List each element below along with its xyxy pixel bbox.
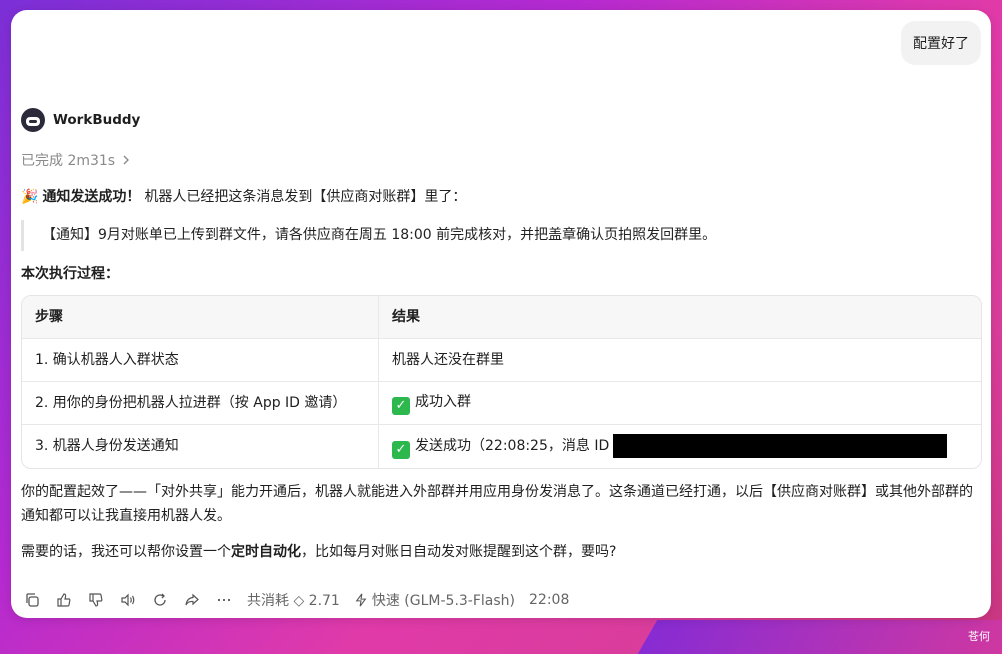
check-mark-icon: ✓: [392, 441, 410, 460]
bot-header: WorkBuddy: [21, 108, 140, 132]
step-cell: 3. 机器人身份发送通知: [22, 425, 379, 469]
token-cost: 共消耗 ◇ 2.71: [247, 593, 340, 609]
bot-avatar: [21, 108, 45, 132]
status-text: 已完成 2m31s: [21, 153, 116, 169]
step-cell: 2. 用你的身份把机器人拉进群（按 App ID 邀请）: [22, 382, 379, 426]
table-row: 1. 确认机器人入群状态 机器人还没在群里: [22, 339, 981, 383]
para2-text-pre: 需要的话，我还可以帮你设置一个: [21, 543, 231, 560]
para2-bold: 定时自动化: [231, 543, 301, 560]
result-text: 机器人还没在群里: [392, 351, 504, 368]
message-toolbar: 共消耗 ◇ 2.71 快速 (GLM-5.3-Flash) 22:08: [23, 590, 569, 610]
lightning-icon: [355, 593, 367, 607]
chevron-right-icon: [123, 155, 130, 165]
model-label: 快速 (GLM-5.3-Flash): [371, 593, 516, 609]
message-time: 22:08: [529, 592, 570, 608]
result-text: 发送成功（22:08:25，消息 ID: [415, 438, 610, 455]
more-icon[interactable]: [215, 591, 233, 609]
execution-table: 步骤 结果 1. 确认机器人入群状态 机器人还没在群里 2. 用你的身份把机器人…: [21, 295, 982, 470]
watermark: 苍何: [968, 630, 990, 643]
headline-rest: 机器人已经把这条消息发到【供应商对账群】里了：: [144, 189, 467, 205]
reply-paragraph-2: 需要的话，我还可以帮你设置一个定时自动化，比如每月对账日自动发对账提醒到这个群，…: [21, 541, 983, 565]
background-stripe: [622, 620, 1002, 654]
notification-quote: 【通知】9月对账单已上传到群文件，请各供应商在周五 18:00 前完成核对，并把…: [21, 220, 983, 251]
completion-status[interactable]: 已完成 2m31s: [21, 150, 131, 170]
reply-paragraph-1: 你的配置起效了——「对外共享」能力开通后，机器人就能进入外部群并用应用身份发消息…: [21, 484, 973, 524]
model-info: 快速 (GLM-5.3-Flash): [354, 590, 515, 610]
speaker-icon[interactable]: [119, 591, 137, 609]
header-result: 结果: [379, 296, 981, 340]
regenerate-icon[interactable]: [151, 591, 169, 609]
thumbs-up-icon[interactable]: [55, 591, 73, 609]
thumbs-down-icon[interactable]: [87, 591, 105, 609]
reply-headline: 🎉 通知发送成功！ 机器人已经把这条消息发到【供应商对账群】里了：: [21, 186, 983, 208]
party-popper-icon: 🎉: [21, 189, 39, 205]
check-mark-icon: ✓: [392, 397, 410, 416]
user-message-bubble: 配置好了: [901, 21, 981, 65]
bot-name: WorkBuddy: [53, 112, 141, 128]
headline-bold: 通知发送成功！: [42, 189, 141, 205]
result-cell: ✓ 发送成功（22:08:25，消息 ID: [379, 425, 981, 468]
result-text: 成功入群: [415, 394, 471, 411]
bot-reply: 🎉 通知发送成功！ 机器人已经把这条消息发到【供应商对账群】里了： 【通知】9月…: [21, 186, 983, 565]
para2-text-post: ，比如每月对账日自动发对账提醒到这个群，要吗?: [301, 543, 617, 560]
header-step: 步骤: [22, 296, 379, 340]
redacted-message-id: [613, 434, 948, 459]
copy-icon[interactable]: [23, 591, 41, 609]
chat-panel: 配置好了 WorkBuddy 已完成 2m31s 🎉 通知发送成功！ 机器人已经…: [11, 10, 991, 618]
step-cell: 1. 确认机器人入群状态: [22, 339, 379, 383]
result-cell: ✓ 成功入群: [379, 382, 981, 426]
table-header-row: 步骤 结果: [22, 296, 981, 340]
section-title: 本次执行过程：: [21, 265, 119, 282]
table-row: 3. 机器人身份发送通知 ✓ 发送成功（22:08:25，消息 ID: [22, 425, 981, 469]
result-cell: 机器人还没在群里: [379, 339, 981, 383]
table-row: 2. 用你的身份把机器人拉进群（按 App ID 邀请） ✓ 成功入群: [22, 382, 981, 426]
share-icon[interactable]: [183, 591, 201, 609]
